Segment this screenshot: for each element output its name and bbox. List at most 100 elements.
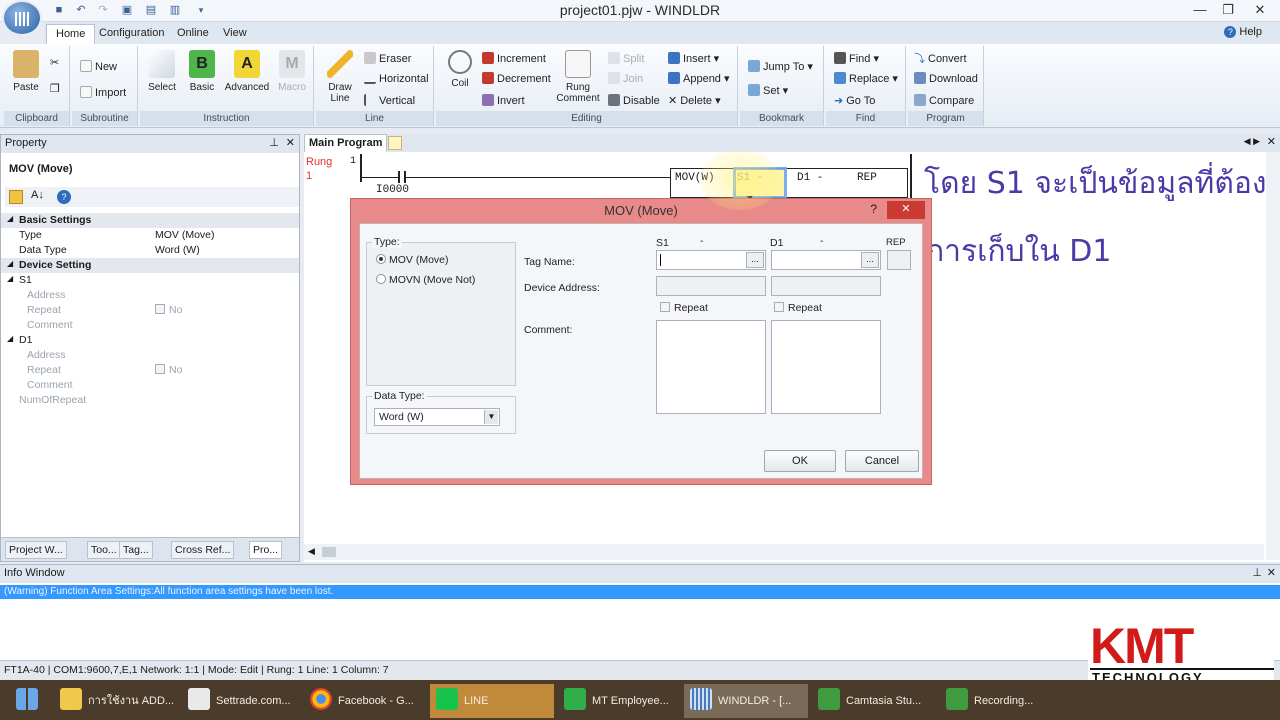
repeat-checkbox[interactable]: No: [155, 364, 182, 376]
mov-instruction-box[interactable]: MOV(W) S1 - D1 - REP: [670, 167, 908, 199]
taskbar-item[interactable]: Camtasia Stu...: [812, 684, 936, 718]
cancel-button[interactable]: Cancel: [845, 450, 919, 472]
tab-property[interactable]: Pro...: [249, 541, 283, 559]
s1-device-address-input[interactable]: [656, 276, 766, 296]
prop-row[interactable]: Type MOV (Move): [1, 228, 299, 243]
scroll-thumb[interactable]: [322, 547, 336, 557]
prop-row[interactable]: Data Type Word (W): [1, 243, 299, 258]
prop-row[interactable]: Repeat No: [1, 303, 299, 318]
dialog-help-button[interactable]: ?: [870, 202, 877, 216]
vertical-button[interactable]: Vertical: [364, 92, 415, 110]
vertical-scrollbar[interactable]: [1266, 152, 1280, 560]
prop-row[interactable]: Address: [1, 348, 299, 363]
prop-row[interactable]: Comment: [1, 318, 299, 333]
minimize-button[interactable]: —: [1186, 0, 1214, 22]
redo-icon[interactable]: ↷: [96, 3, 110, 17]
tab-main-program[interactable]: Main Program: [304, 134, 388, 152]
tab-project-window[interactable]: Project W...: [5, 541, 67, 559]
dialog-close-button[interactable]: ✕: [887, 201, 925, 219]
undo-icon[interactable]: ↶: [74, 3, 88, 17]
contact-label[interactable]: I0000: [376, 184, 409, 196]
compare-button[interactable]: Compare: [914, 92, 974, 110]
cut-icon[interactable]: ✂: [50, 54, 59, 72]
print-icon[interactable]: ▥: [168, 3, 182, 17]
replace-button[interactable]: Replace ▾: [834, 70, 898, 88]
ok-button[interactable]: OK: [764, 450, 836, 472]
info-message-row[interactable]: (Warning) Function Area Settings:All fun…: [0, 585, 1280, 599]
sort-alpha-icon[interactable]: A↓: [31, 189, 44, 201]
find-button[interactable]: Find ▾: [834, 50, 879, 68]
new-subroutine-button[interactable]: New: [80, 58, 117, 76]
horizontal-button[interactable]: Horizontal: [364, 70, 429, 88]
horizontal-scrollbar[interactable]: ◀: [304, 544, 1264, 560]
taskbar-item[interactable]: WINDLDR - [...: [684, 684, 808, 718]
append-button[interactable]: Append ▾: [668, 70, 730, 88]
panel-close-icon[interactable]: ✕: [286, 136, 295, 149]
rep-input[interactable]: [887, 250, 911, 270]
taskbar-item[interactable]: Facebook - G...: [304, 684, 424, 718]
decrement-button[interactable]: Decrement: [482, 70, 551, 88]
categorized-icon[interactable]: [9, 190, 23, 204]
radio-movn[interactable]: MOVN (Move Not): [376, 274, 475, 286]
dropdown-icon[interactable]: ▾: [194, 3, 208, 17]
d1-repeat-checkbox[interactable]: Repeat: [774, 302, 822, 314]
jump-to-button[interactable]: Jump To ▾: [748, 58, 813, 76]
tab-home[interactable]: Home: [46, 24, 96, 44]
basic-button[interactable]: B Basic: [182, 50, 222, 93]
tab-toolbox[interactable]: Too...: [87, 541, 121, 559]
repeat-checkbox[interactable]: No: [155, 304, 182, 316]
advanced-button[interactable]: A Advanced: [224, 50, 270, 93]
tab-view[interactable]: View: [214, 24, 256, 44]
go-to-button[interactable]: ➜ Go To: [834, 92, 875, 110]
taskbar-item[interactable]: การใช้งาน ADD...: [54, 684, 178, 718]
increment-button[interactable]: Increment: [482, 50, 546, 68]
d1-comment-textarea[interactable]: [771, 320, 881, 414]
tab-add-icon[interactable]: [388, 136, 402, 150]
join-button[interactable]: Join: [608, 70, 643, 88]
eraser-button[interactable]: Eraser: [364, 50, 411, 68]
prop-row[interactable]: ◢ Device Setting: [1, 258, 299, 273]
prop-row[interactable]: ◢ Basic Settings: [1, 213, 299, 228]
tab-scroll-left-icon[interactable]: ◀ ▶: [1244, 136, 1260, 147]
s1-repeat-checkbox[interactable]: Repeat: [660, 302, 708, 314]
s1-tag-name-input[interactable]: ...: [656, 250, 766, 270]
download-button[interactable]: Download: [914, 70, 978, 88]
convert-button[interactable]: ⤵ Convert: [914, 50, 967, 68]
copy-icon[interactable]: ❐: [50, 80, 60, 98]
d1-device-address-input[interactable]: [771, 276, 881, 296]
rung-comment-button[interactable]: Rung Comment: [554, 50, 602, 104]
prop-row[interactable]: NumOfRepeat: [1, 393, 299, 408]
open-icon[interactable]: ▤: [144, 3, 158, 17]
s1-comment-textarea[interactable]: [656, 320, 766, 414]
help-button[interactable]: ? Help: [1224, 26, 1262, 38]
paste-button[interactable]: Paste: [6, 50, 46, 93]
editor-close-icon[interactable]: ✕: [1267, 135, 1276, 148]
d1-browse-button[interactable]: ...: [861, 252, 879, 268]
taskbar-item[interactable]: Recording...: [940, 684, 1064, 718]
tab-cross-ref[interactable]: Cross Ref...: [171, 541, 235, 559]
prop-row[interactable]: ◢ D1: [1, 333, 299, 348]
data-type-select[interactable]: Word (W) ▼: [374, 408, 500, 426]
split-button[interactable]: Split: [608, 50, 644, 68]
select-button[interactable]: Select: [142, 50, 182, 93]
close-button[interactable]: ✕: [1242, 0, 1278, 22]
prop-row[interactable]: Comment: [1, 378, 299, 393]
prop-row[interactable]: Repeat No: [1, 363, 299, 378]
delete-button[interactable]: ✕ Delete ▾: [668, 92, 721, 110]
radio-mov[interactable]: MOV (Move): [376, 254, 449, 266]
taskbar-item[interactable]: LINE: [430, 684, 554, 718]
start-button[interactable]: [4, 684, 48, 718]
invert-button[interactable]: Invert: [482, 92, 525, 110]
info-pin-icon[interactable]: ⊥: [1252, 566, 1262, 579]
chevron-down-icon[interactable]: ▼: [484, 410, 498, 424]
s1-browse-button[interactable]: ...: [746, 252, 764, 268]
tab-tag-editor[interactable]: Tag...: [119, 541, 153, 559]
import-button[interactable]: Import: [80, 84, 126, 102]
prop-row[interactable]: Address: [1, 288, 299, 303]
macro-button[interactable]: M Macro: [272, 50, 312, 93]
app-menu-button[interactable]: [2, 0, 42, 36]
set-bookmark-button[interactable]: Set ▾: [748, 82, 788, 100]
d1-tag-name-input[interactable]: ...: [771, 250, 881, 270]
taskbar-item[interactable]: Settrade.com...: [182, 684, 298, 718]
disable-button[interactable]: Disable: [608, 92, 660, 110]
